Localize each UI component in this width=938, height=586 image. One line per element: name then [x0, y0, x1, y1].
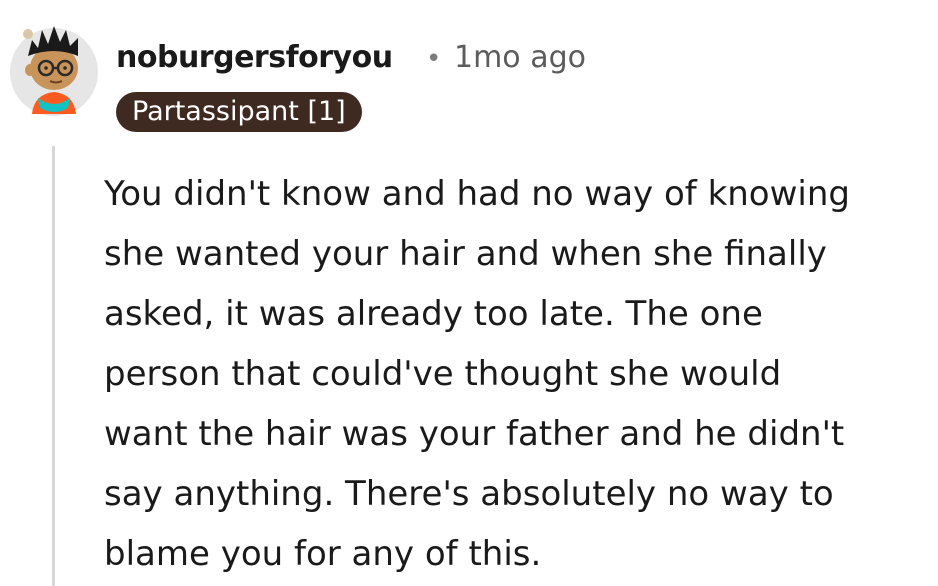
comment-body-line: asked, it was already too late. The one [104, 294, 763, 334]
author-username[interactable]: noburgersforyou [116, 40, 393, 75]
comment-body-line: person that could've thought she would [104, 354, 782, 394]
comment-body-line: You didn't know and had no way of knowin… [104, 174, 850, 214]
user-flair-badge: Partassipant [1] [116, 92, 362, 132]
avatar[interactable] [8, 18, 100, 118]
comment-body: You didn't know and had no way of knowin… [104, 164, 938, 584]
comment-timestamp[interactable]: 1mo ago [454, 40, 586, 75]
user-avatar-icon [10, 26, 98, 116]
comment-body-line: blame you for any of this. [104, 534, 542, 574]
meta-separator: • [426, 44, 442, 74]
comment-body-line: say anything. There's absolutely no way … [104, 474, 834, 514]
comment-body-line: want the hair was your father and he did… [104, 414, 845, 454]
thread-collapse-line[interactable] [52, 146, 55, 586]
comment: noburgersforyou • 1mo ago Partassipant [… [0, 0, 938, 586]
comment-body-line: she wanted your hair and when she finall… [104, 234, 827, 274]
